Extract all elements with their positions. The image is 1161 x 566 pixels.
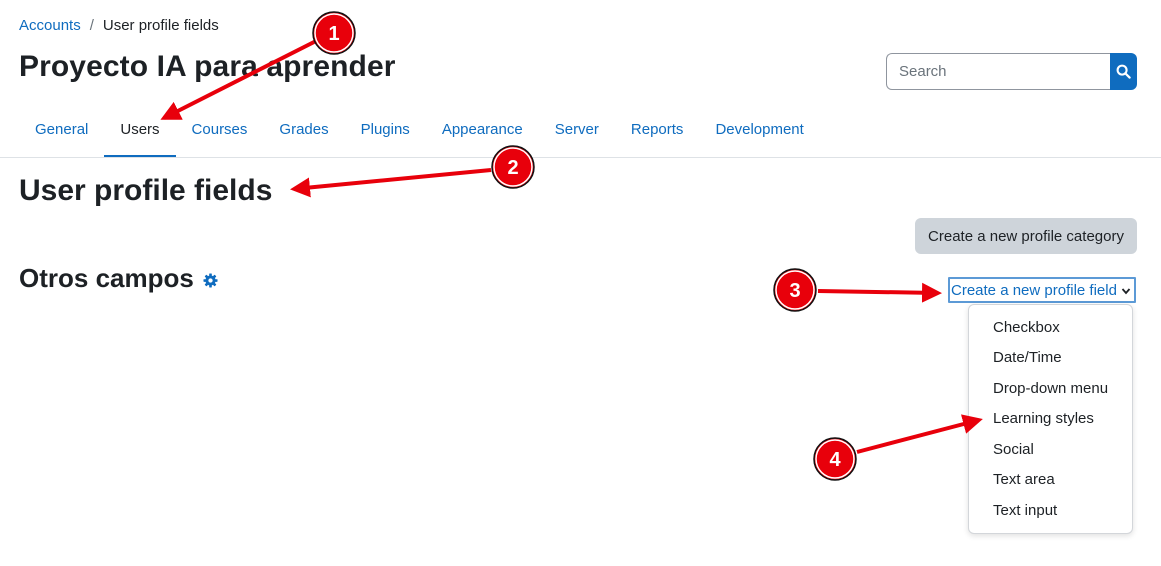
annotation-badge-2: 2 [491,145,535,189]
annotation-badge-1: 1 [312,11,356,55]
annotation-badge-4: 4 [813,437,857,481]
svg-text:2: 2 [507,157,518,179]
annotation-badge-3: 3 [773,268,817,312]
annotation-arrow-2 [290,168,492,198]
svg-text:1: 1 [328,23,339,45]
annotation-arrow-3 [817,282,942,303]
annotation-layer: 1 2 3 4 [160,11,983,481]
annotation-arrow-1 [160,38,319,120]
svg-text:3: 3 [789,280,800,302]
svg-text:4: 4 [829,449,841,471]
annotation-arrow-4 [856,414,983,454]
